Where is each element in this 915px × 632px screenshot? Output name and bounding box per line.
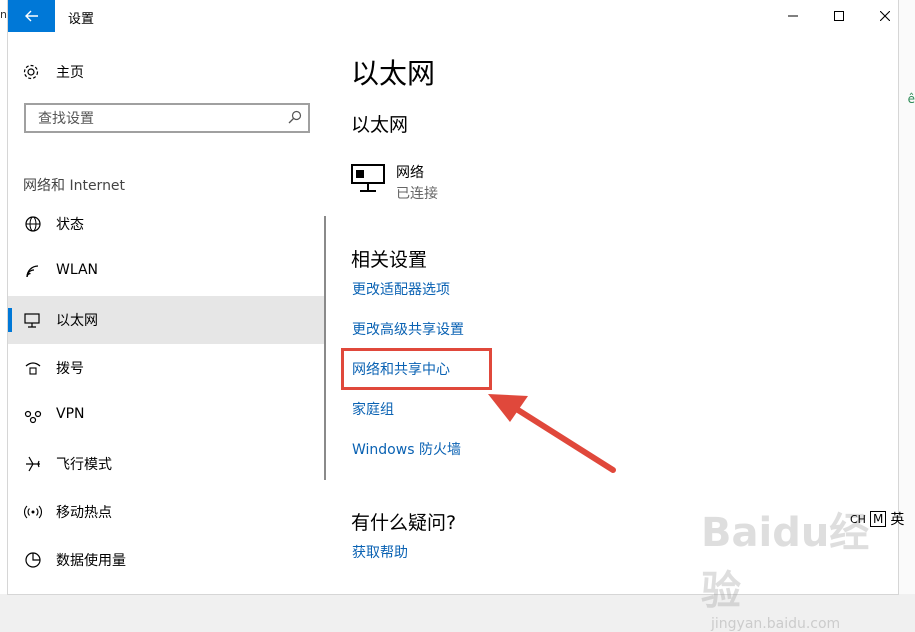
- window-title: 设置: [68, 12, 95, 27]
- ime-lang: CH: [850, 512, 866, 526]
- link-get-help[interactable]: 获取帮助: [352, 542, 408, 562]
- sidebar-item-label: VPN: [56, 406, 85, 422]
- background-window-right: ê: [898, 0, 915, 594]
- search-icon: [288, 110, 302, 124]
- airplane-icon: [26, 456, 40, 472]
- gear-icon: [23, 64, 39, 80]
- sidebar-item-vpn[interactable]: VPN: [8, 392, 326, 440]
- network-name: 网络: [396, 165, 424, 181]
- highlight-annotation-box: [341, 348, 492, 390]
- hotspot-icon: [24, 505, 42, 519]
- ime-mode: M: [869, 511, 887, 527]
- home-label: 主页: [56, 65, 84, 81]
- related-settings-title: 相关设置: [351, 249, 428, 271]
- globe-icon: [25, 216, 41, 232]
- back-arrow-icon: [24, 10, 38, 22]
- maximize-button[interactable]: [816, 0, 862, 32]
- data-usage-icon: [25, 552, 41, 568]
- sidebar-item-airplane[interactable]: 飞行模式: [8, 440, 326, 488]
- settings-window: 设置 主页 网络和 Internet 状态: [8, 0, 904, 632]
- background-window-fragment: n: [0, 0, 8, 594]
- maximize-icon: [834, 11, 844, 21]
- sidebar-home[interactable]: 主页: [22, 62, 84, 82]
- link-advanced-sharing[interactable]: 更改高级共享设置: [352, 319, 464, 339]
- sidebar-item-ethernet[interactable]: 以太网: [8, 296, 326, 344]
- section-subtitle: 以太网: [351, 114, 409, 136]
- annotation-arrow: [488, 394, 616, 473]
- ethernet-network-icon: [351, 164, 385, 192]
- sidebar-item-label: WLAN: [56, 262, 99, 278]
- sidebar-item-label: 拨号: [56, 361, 84, 377]
- search-input[interactable]: [36, 109, 280, 129]
- sidebar-section-title: 网络和 Internet: [23, 178, 126, 194]
- minimize-icon: [788, 15, 798, 17]
- watermark-url: jingyan.baidu.com: [711, 616, 841, 632]
- wifi-icon: [26, 265, 39, 278]
- network-status: 已连接: [396, 186, 438, 202]
- dialup-icon: [25, 362, 41, 375]
- selection-indicator: [8, 308, 12, 332]
- sidebar-scrollbar[interactable]: [324, 216, 326, 480]
- sidebar-item-data-usage[interactable]: 数据使用量: [8, 536, 326, 584]
- help-title: 有什么疑问?: [351, 512, 457, 534]
- close-button[interactable]: [862, 0, 908, 32]
- page-title: 以太网: [351, 57, 436, 90]
- minimize-button[interactable]: [770, 0, 816, 32]
- sidebar-item-wlan[interactable]: WLAN: [8, 248, 326, 296]
- ime-input: 英: [890, 512, 905, 528]
- sidebar-item-label: 状态: [56, 217, 84, 233]
- close-icon: [880, 11, 890, 21]
- sidebar-item-hotspot[interactable]: 移动热点: [8, 488, 326, 536]
- sidebar-item-label: 飞行模式: [56, 457, 112, 473]
- sidebar-item-label: 移动热点: [56, 505, 112, 521]
- vpn-icon: [24, 410, 42, 424]
- sidebar-item-label: 数据使用量: [56, 553, 126, 569]
- link-windows-firewall[interactable]: Windows 防火墙: [352, 439, 461, 459]
- link-homegroup[interactable]: 家庭组: [352, 399, 394, 419]
- ime-indicator[interactable]: CH M 英: [850, 509, 904, 529]
- sidebar-item-label: 以太网: [56, 313, 98, 329]
- ethernet-icon: [24, 313, 40, 328]
- back-button[interactable]: [8, 0, 55, 32]
- search-box[interactable]: [24, 103, 310, 133]
- link-adapter-options[interactable]: 更改适配器选项: [352, 279, 450, 299]
- sidebar-item-dialup[interactable]: 拨号: [8, 344, 326, 392]
- title-bar: 设置: [8, 0, 898, 32]
- sidebar-item-status[interactable]: 状态: [8, 200, 326, 248]
